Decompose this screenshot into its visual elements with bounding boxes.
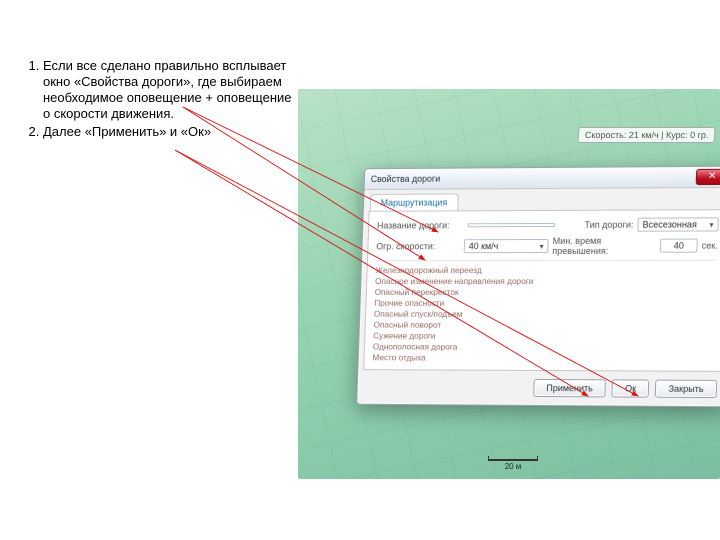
min-time-input[interactable]: 40 xyxy=(660,239,698,253)
alert-options-list: Железнодорожный переезд Опасное изменени… xyxy=(372,260,717,365)
list-item[interactable]: Опасный спуск/подъем xyxy=(374,309,716,321)
close-icon: ✕ xyxy=(708,172,717,182)
road-properties-dialog: Свойства дороги ✕ Маршрутизация Название… xyxy=(356,166,720,408)
apply-button[interactable]: Применить xyxy=(533,379,606,397)
road-name-label: Название дороги: xyxy=(377,220,464,230)
map-scale: 20 м xyxy=(488,459,538,471)
list-item[interactable]: Опасное изменение направления дороги xyxy=(375,276,717,287)
instruction-text: Если все сделано правильно всплывает окн… xyxy=(18,58,293,142)
instruction-item-2: Далее «Применить» и «Ок» xyxy=(43,124,293,140)
road-type-label: Тип дороги: xyxy=(584,220,633,230)
tab-strip: Маршрутизация xyxy=(364,188,720,211)
dialog-body: Название дороги: Тип дороги: Всесезонная… xyxy=(363,209,720,372)
dialog-footer: Применить Ок Закрыть xyxy=(357,370,720,406)
road-type-select[interactable]: Всесезонная xyxy=(637,217,719,231)
map-screen: Скорость: 21 км/ч | Курс: 0 гр. Свойства… xyxy=(298,89,720,479)
ok-button[interactable]: Ок xyxy=(612,379,650,397)
speed-limit-label: Огр. скорости: xyxy=(376,241,460,251)
dialog-title: Свойства дороги xyxy=(371,172,696,184)
speed-limit-select[interactable]: 40 км/ч xyxy=(464,239,549,253)
list-item[interactable]: Прочие опасности xyxy=(374,298,716,309)
dialog-titlebar: Свойства дороги ✕ xyxy=(365,167,720,190)
min-time-label: Мин. время превышения: xyxy=(552,236,656,256)
min-time-unit: сек. xyxy=(702,241,719,251)
list-item[interactable]: Опасный перекресток xyxy=(375,287,717,298)
list-item[interactable]: Опасный поворот xyxy=(373,320,715,332)
close-button[interactable]: ✕ xyxy=(696,169,720,185)
cancel-button[interactable]: Закрыть xyxy=(655,380,717,399)
road-name-input[interactable] xyxy=(468,223,556,227)
tab-routing[interactable]: Маршрутизация xyxy=(370,193,459,210)
list-item[interactable]: Железнодорожный переезд xyxy=(375,265,717,276)
status-pill: Скорость: 21 км/ч | Курс: 0 гр. xyxy=(577,127,715,143)
list-item[interactable]: Место отдыха xyxy=(372,352,714,364)
instruction-item-1: Если все сделано правильно всплывает окн… xyxy=(43,58,293,122)
